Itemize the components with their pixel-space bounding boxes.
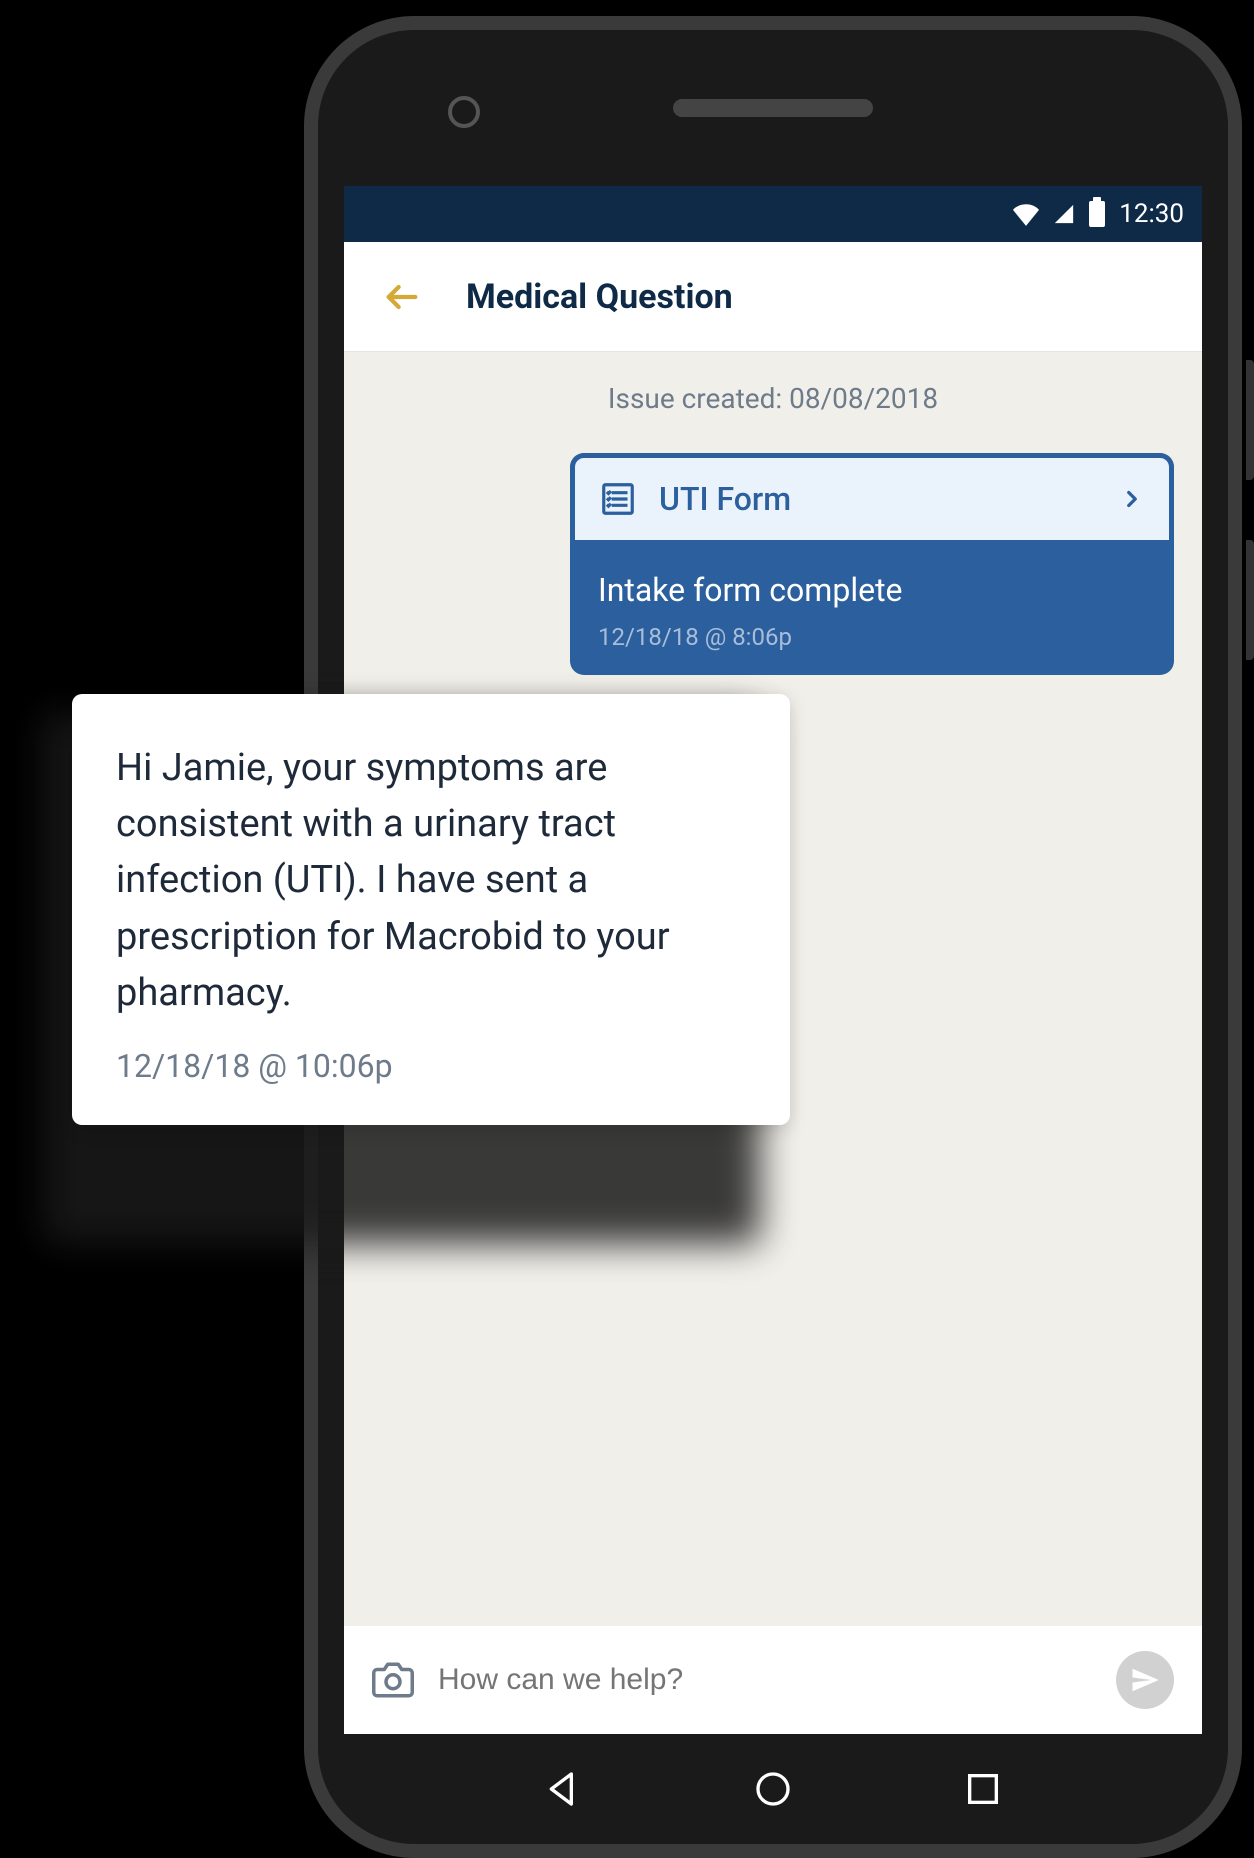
status-bar: 12:30	[344, 186, 1202, 242]
wifi-icon	[1013, 201, 1039, 227]
form-card-header[interactable]: UTI Form	[570, 453, 1174, 545]
android-recent-button[interactable]	[963, 1769, 1003, 1809]
battery-icon	[1089, 201, 1105, 227]
reply-text: Hi Jamie, your symptoms are consistent w…	[116, 740, 746, 1021]
android-home-button[interactable]	[753, 1769, 793, 1809]
provider-reply-card: Hi Jamie, your symptoms are consistent w…	[72, 694, 790, 1125]
message-input-bar	[344, 1626, 1202, 1734]
phone-top-bezel	[318, 30, 1228, 186]
form-timestamp: 12/18/18 @ 8:06p	[598, 623, 1146, 651]
form-status: Intake form complete	[598, 571, 1146, 609]
android-nav-bar	[318, 1734, 1228, 1844]
back-arrow-icon[interactable]	[382, 277, 422, 317]
intake-form-card: UTI Form Intake form complete 12/18/18 @…	[570, 453, 1174, 675]
camera-icon[interactable]	[372, 1659, 414, 1701]
phone-side-button	[1246, 540, 1254, 660]
page-title: Medical Question	[466, 277, 733, 317]
phone-camera	[448, 96, 480, 128]
message-input[interactable]	[438, 1663, 1092, 1697]
form-title: UTI Form	[659, 480, 1097, 518]
status-time: 12:30	[1119, 199, 1184, 229]
form-checklist-icon	[599, 480, 637, 518]
form-card-body: Intake form complete 12/18/18 @ 8:06p	[570, 545, 1174, 675]
android-back-button[interactable]	[543, 1769, 583, 1809]
issue-created-label: Issue created: 08/08/2018	[372, 382, 1174, 415]
chevron-right-icon	[1119, 486, 1145, 512]
phone-side-button	[1246, 360, 1254, 480]
signal-icon	[1053, 203, 1075, 225]
phone-speaker	[673, 99, 873, 117]
send-button[interactable]	[1116, 1651, 1174, 1709]
app-header: Medical Question	[344, 242, 1202, 352]
reply-timestamp: 12/18/18 @ 10:06p	[116, 1047, 746, 1085]
